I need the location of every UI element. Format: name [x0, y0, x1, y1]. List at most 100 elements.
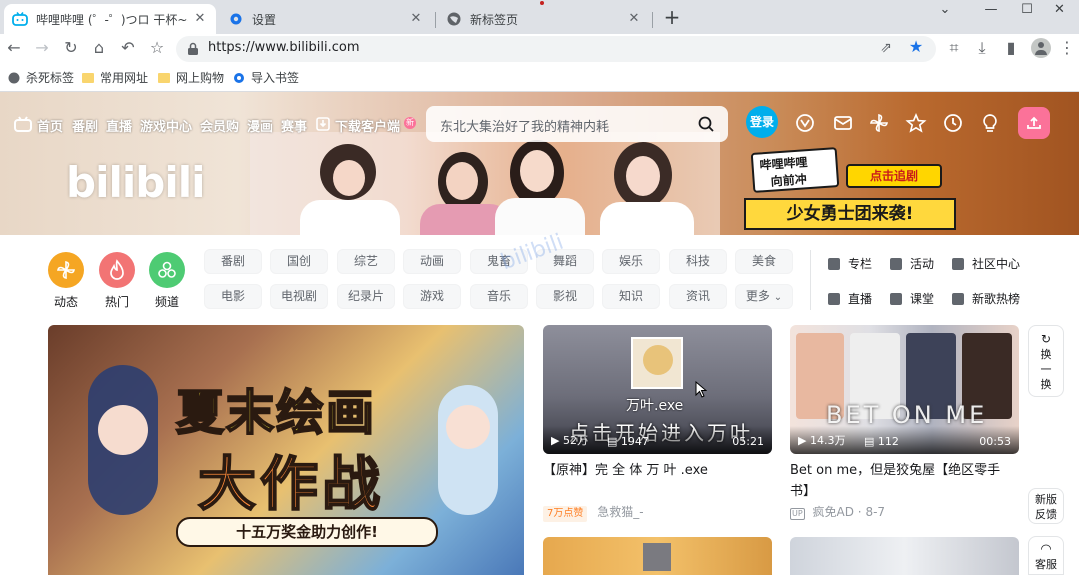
crop-icon[interactable]: ⌗	[944, 38, 964, 58]
refresh-button[interactable]: ↻ 换一换	[1028, 325, 1064, 397]
bookmark-import[interactable]: 导入书签	[233, 69, 299, 86]
feedback-button[interactable]: 新版反馈	[1028, 488, 1064, 524]
play-count: ▶ 52万	[551, 434, 588, 447]
character-witch-face	[98, 405, 148, 455]
bookmark-star-outline-icon[interactable]: ☆	[147, 38, 167, 58]
download-icon[interactable]: ⤓	[972, 38, 992, 58]
side-link-classroom[interactable]: 课堂	[890, 290, 934, 307]
chip-guochuang[interactable]: 国创	[270, 249, 328, 274]
customer-service-button[interactable]: ◠ 客服	[1028, 536, 1064, 575]
chip-news[interactable]: 资讯	[669, 284, 727, 309]
chip-variety[interactable]: 综艺	[337, 249, 395, 274]
close-tab-icon[interactable]: ✕	[626, 11, 642, 27]
favorites-star-icon[interactable]	[905, 112, 927, 134]
side-link-column[interactable]: 专栏	[828, 255, 872, 272]
refresh-label: 换一换	[1040, 348, 1052, 391]
bookmark-shopping[interactable]: 网上购物	[158, 69, 224, 86]
search-input[interactable]: 东北大集治好了我的精神内耗	[426, 106, 728, 142]
message-icon[interactable]	[832, 112, 854, 134]
side-link-live[interactable]: 直播	[828, 290, 872, 307]
character-girl-face	[446, 405, 490, 449]
side-link-label: 活动	[910, 257, 935, 271]
login-button[interactable]: 登录	[746, 106, 778, 138]
forward-icon[interactable]: →	[32, 38, 52, 58]
side-link-community[interactable]: 社区中心	[952, 255, 1020, 272]
tab-settings[interactable]: 设置 ✕	[220, 4, 432, 34]
chip-movie[interactable]: 电影	[204, 284, 262, 309]
video-title[interactable]: Bet on me，但是狡兔屋【绝区零手书】	[790, 460, 1019, 502]
chip-entertainment[interactable]: 娱乐	[602, 249, 660, 274]
carousel-banner[interactable]: 夏末绘画 大作战 十五万奖金助力创作!	[48, 325, 524, 575]
nav-mall[interactable]: 会员购	[200, 116, 239, 135]
bookmark-star-filled-icon[interactable]: ★	[906, 37, 926, 57]
history-clock-icon[interactable]	[942, 112, 964, 134]
chip-animation[interactable]: 动画	[403, 249, 461, 274]
video-thumbnail-partial[interactable]	[543, 537, 772, 575]
home-icon[interactable]: ⌂	[89, 38, 109, 58]
promo-title[interactable]: 少女勇士团来袭!	[744, 198, 956, 230]
nav-esports[interactable]: 赛事	[281, 116, 307, 135]
lock-icon[interactable]	[187, 42, 199, 56]
side-panel-icon[interactable]: ▮	[1001, 38, 1021, 58]
upload-button[interactable]	[1018, 107, 1050, 139]
chip-more[interactable]: 更多 ⌄	[735, 284, 793, 309]
creator-bulb-icon[interactable]	[979, 112, 1001, 134]
chip-bangumi[interactable]: 番剧	[204, 249, 262, 274]
new-tab-icon[interactable]: +	[660, 6, 684, 30]
close-tab-icon[interactable]: ✕	[408, 11, 424, 27]
share-icon[interactable]: ⇗	[876, 38, 896, 58]
download-icon[interactable]	[316, 117, 330, 131]
hot-button[interactable]	[99, 252, 135, 288]
chip-food[interactable]: 美食	[735, 249, 793, 274]
back-icon[interactable]: ←	[4, 38, 24, 58]
video-stats: ▶ 52万 ▤ 1947 05:21	[543, 426, 772, 454]
channel-button[interactable]	[149, 252, 185, 288]
nav-home[interactable]: 首页	[37, 116, 63, 135]
video-thumbnail[interactable]: BET ON ME ▶ 14.3万 ▤ 112 00:53	[790, 325, 1019, 454]
close-window-icon[interactable]: ✕	[1040, 0, 1079, 30]
video-author[interactable]: 疯免AD	[813, 505, 854, 519]
cluster-icon	[158, 261, 176, 278]
chip-film-tv[interactable]: 影视	[536, 284, 594, 309]
chevron-down-icon[interactable]: ⌄	[922, 0, 968, 30]
dynamic-pinwheel-icon[interactable]	[868, 112, 890, 134]
nav-manga[interactable]: 漫画	[247, 116, 273, 135]
reload-icon[interactable]: ↻	[61, 38, 81, 58]
bilibili-logo[interactable]: bilibili	[66, 158, 206, 207]
chip-music[interactable]: 音乐	[470, 284, 528, 309]
big-vip-icon[interactable]	[794, 112, 816, 134]
thumb-avatar	[631, 337, 683, 389]
bookmark-common-sites[interactable]: 常用网址	[82, 69, 148, 86]
promo-watch-button[interactable]: 点击追剧	[846, 164, 942, 188]
tab-strip: 哔哩哔哩 (゜-゜)つロ 干杯~-bili ✕ 设置 ✕ 新标签页 ✕ + ⌄ …	[0, 0, 1079, 34]
side-link-label: 专栏	[848, 257, 873, 271]
search-icon[interactable]	[698, 116, 714, 132]
chip-tech[interactable]: 科技	[669, 249, 727, 274]
nav-anime[interactable]: 番剧	[72, 116, 98, 135]
address-bar[interactable]: https://www.bilibili.com ⇗ ★	[176, 36, 936, 62]
video-title[interactable]: 【原神】完 全 体 万 叶 .exe	[543, 460, 772, 481]
side-link-music-chart[interactable]: 新歌热榜	[952, 290, 1020, 307]
chip-knowledge[interactable]: 知识	[602, 284, 660, 309]
side-link-label: 课堂	[910, 292, 935, 306]
tab-new-tab[interactable]: 新标签页 ✕	[438, 4, 650, 34]
video-thumbnail-partial[interactable]	[790, 537, 1019, 575]
video-author[interactable]: 急救猫_-	[597, 505, 643, 519]
close-tab-icon[interactable]: ✕	[192, 11, 208, 27]
nav-download-client[interactable]: 下载客户端	[335, 116, 400, 135]
dynamic-button[interactable]	[48, 252, 84, 288]
globe-icon	[447, 12, 461, 26]
side-link-activity[interactable]: 活动	[890, 255, 934, 272]
nav-live[interactable]: 直播	[106, 116, 132, 135]
undo-icon[interactable]: ↶	[118, 38, 138, 58]
video-thumbnail[interactable]: 万叶.exe 点击开始进入万叶 ▶ 52万 ▤ 1947 05:21	[543, 325, 772, 454]
tab-bilibili[interactable]: 哔哩哔哩 (゜-゜)つロ 干杯~-bili ✕	[4, 4, 216, 34]
chip-game[interactable]: 游戏	[403, 284, 461, 309]
profile-avatar-icon[interactable]	[1031, 38, 1051, 58]
chip-documentary[interactable]: 纪录片	[337, 284, 395, 309]
danmaku-count: ▤ 112	[864, 435, 899, 448]
chip-tv-series[interactable]: 电视剧	[270, 284, 328, 309]
nav-game-center[interactable]: 游戏中心	[140, 116, 192, 135]
menu-dots-icon[interactable]: ⋮	[1057, 38, 1077, 58]
bookmark-kill-tabs[interactable]: 杀死标签	[8, 69, 74, 86]
